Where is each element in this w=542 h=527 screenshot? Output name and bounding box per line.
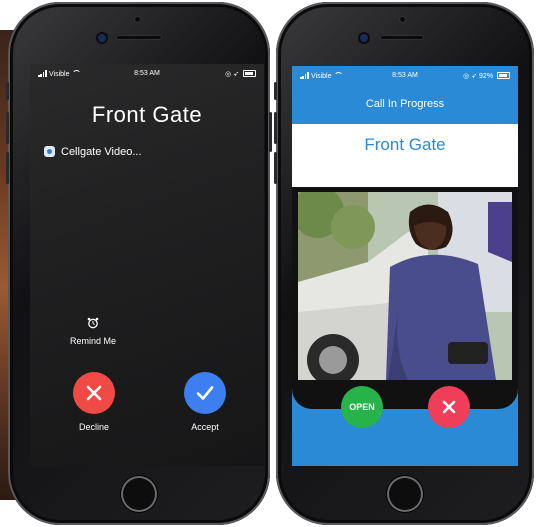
location-icon: ◎ ➶: [463, 73, 478, 80]
home-button[interactable]: [121, 476, 157, 512]
volume-up-button: [6, 112, 9, 144]
mute-switch: [6, 82, 9, 100]
status-bar: Visible 8:53 AM ◎ ➶: [30, 70, 264, 80]
location-icon: ◎ ➶: [225, 71, 240, 78]
cellgate-app-icon: [44, 146, 55, 157]
decline-label: Decline: [78, 422, 109, 432]
battery-percent: 92%: [479, 73, 494, 80]
volume-down-button: [6, 152, 9, 184]
checkmark-icon: [196, 386, 214, 400]
volume-down-button: [274, 152, 277, 184]
earpiece-speaker: [116, 35, 162, 40]
caller-name: Front Gate: [91, 102, 203, 127]
phone-right: Visible 8:53 AM ◎ ➶ 92% Call In Progress…: [274, 2, 534, 525]
phone-left: Visible 8:53 AM ◎ ➶ Front Gate Cellgate …: [6, 2, 272, 525]
decline-button[interactable]: [73, 372, 115, 414]
battery-icon: [497, 72, 510, 79]
close-icon: [442, 400, 456, 414]
status-right: ◎ ➶ 92%: [463, 72, 510, 80]
proximity-sensor: [135, 17, 140, 22]
video-feed-image: [298, 192, 512, 380]
status-bar: Visible 8:53 AM ◎ ➶ 92%: [292, 72, 518, 82]
close-icon: [86, 385, 102, 401]
alarm-clock-icon[interactable]: [87, 317, 99, 329]
power-button: [269, 112, 272, 152]
front-camera: [98, 34, 106, 42]
volume-up-button: [274, 112, 277, 144]
earpiece-speaker: [380, 35, 424, 40]
open-gate-button[interactable]: OPEN: [341, 386, 383, 428]
incoming-call-screen: Visible 8:53 AM ◎ ➶ Front Gate Cellgate …: [30, 64, 264, 466]
proximity-sensor: [400, 17, 405, 22]
remind-me-button[interactable]: Remind Me: [60, 336, 126, 346]
app-header: Visible 8:53 AM ◎ ➶ 92% Call In Progress: [292, 66, 518, 124]
battery-icon: [243, 70, 256, 77]
end-call-button[interactable]: [428, 386, 470, 428]
video-feed-frame: [292, 187, 518, 409]
status-right: ◎ ➶: [225, 70, 256, 78]
header-title: Call In Progress: [365, 98, 445, 110]
app-label: Cellgate Video...: [61, 146, 142, 158]
caller-name-bar: Front Gate: [292, 124, 518, 164]
app-row: Cellgate Video...: [44, 146, 142, 158]
call-in-progress-screen: Visible 8:53 AM ◎ ➶ 92% Call In Progress…: [292, 66, 518, 466]
accept-button[interactable]: [184, 372, 226, 414]
home-button[interactable]: [387, 476, 423, 512]
front-camera: [360, 34, 368, 42]
accept-label: Accept: [191, 422, 219, 432]
mute-switch: [274, 82, 277, 100]
